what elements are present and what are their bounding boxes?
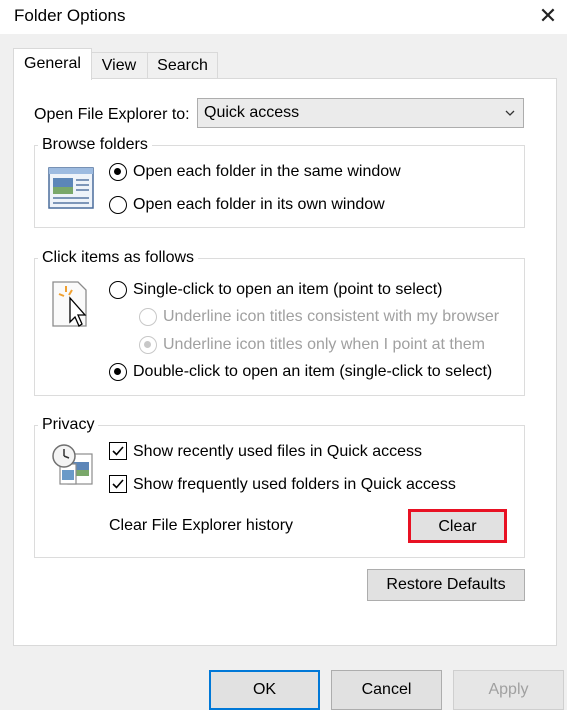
- tab-general[interactable]: General: [13, 48, 92, 80]
- privacy-legend: Privacy: [38, 416, 99, 434]
- underline-browser-label: Underline icon titles consistent with my…: [163, 308, 500, 325]
- recent-files-label: Show recently used files in Quick access: [133, 443, 423, 460]
- checkbox-recent-files[interactable]: [109, 442, 127, 460]
- close-icon[interactable]: ✕: [538, 4, 558, 28]
- tab-search[interactable]: Search: [147, 52, 218, 79]
- radio-single-click[interactable]: [109, 281, 127, 299]
- radio-own-window[interactable]: [109, 196, 127, 214]
- chevron-down-icon: [505, 110, 515, 116]
- cancel-button[interactable]: Cancel: [331, 670, 442, 710]
- apply-button[interactable]: Apply: [453, 670, 564, 710]
- window-icon: [48, 167, 94, 209]
- same-window-label: Open each folder in the same window: [133, 163, 401, 180]
- radio-underline-browser[interactable]: [139, 308, 157, 326]
- checkbox-frequent-folders[interactable]: [109, 475, 127, 493]
- browse-folders-group: [34, 145, 525, 228]
- open-to-dropdown[interactable]: Quick access: [197, 98, 524, 128]
- frequent-folders-label: Show frequently used folders in Quick ac…: [133, 476, 456, 493]
- single-click-label: Single-click to open an item (point to s…: [133, 281, 443, 298]
- clock-documents-icon: [52, 444, 93, 485]
- click-items-legend: Click items as follows: [38, 249, 199, 267]
- cursor-document-icon: [52, 281, 87, 327]
- double-click-label: Double-click to open an item (single-cli…: [133, 363, 493, 380]
- clear-history-label: Clear File Explorer history: [109, 517, 294, 534]
- browse-folders-legend: Browse folders: [38, 136, 152, 154]
- tab-view[interactable]: View: [90, 52, 148, 79]
- window-title: Folder Options: [14, 6, 126, 25]
- open-to-label: Open File Explorer to:: [34, 106, 190, 123]
- clear-button[interactable]: Clear: [408, 509, 507, 543]
- underline-point-label: Underline icon titles only when I point …: [163, 336, 485, 353]
- open-to-value: Quick access: [204, 104, 300, 121]
- radio-same-window[interactable]: [109, 163, 127, 181]
- radio-double-click[interactable]: [109, 363, 127, 381]
- restore-defaults-button[interactable]: Restore Defaults: [367, 569, 525, 601]
- own-window-label: Open each folder in its own window: [133, 196, 385, 213]
- ok-button[interactable]: OK: [209, 670, 320, 710]
- radio-underline-point[interactable]: [139, 336, 157, 354]
